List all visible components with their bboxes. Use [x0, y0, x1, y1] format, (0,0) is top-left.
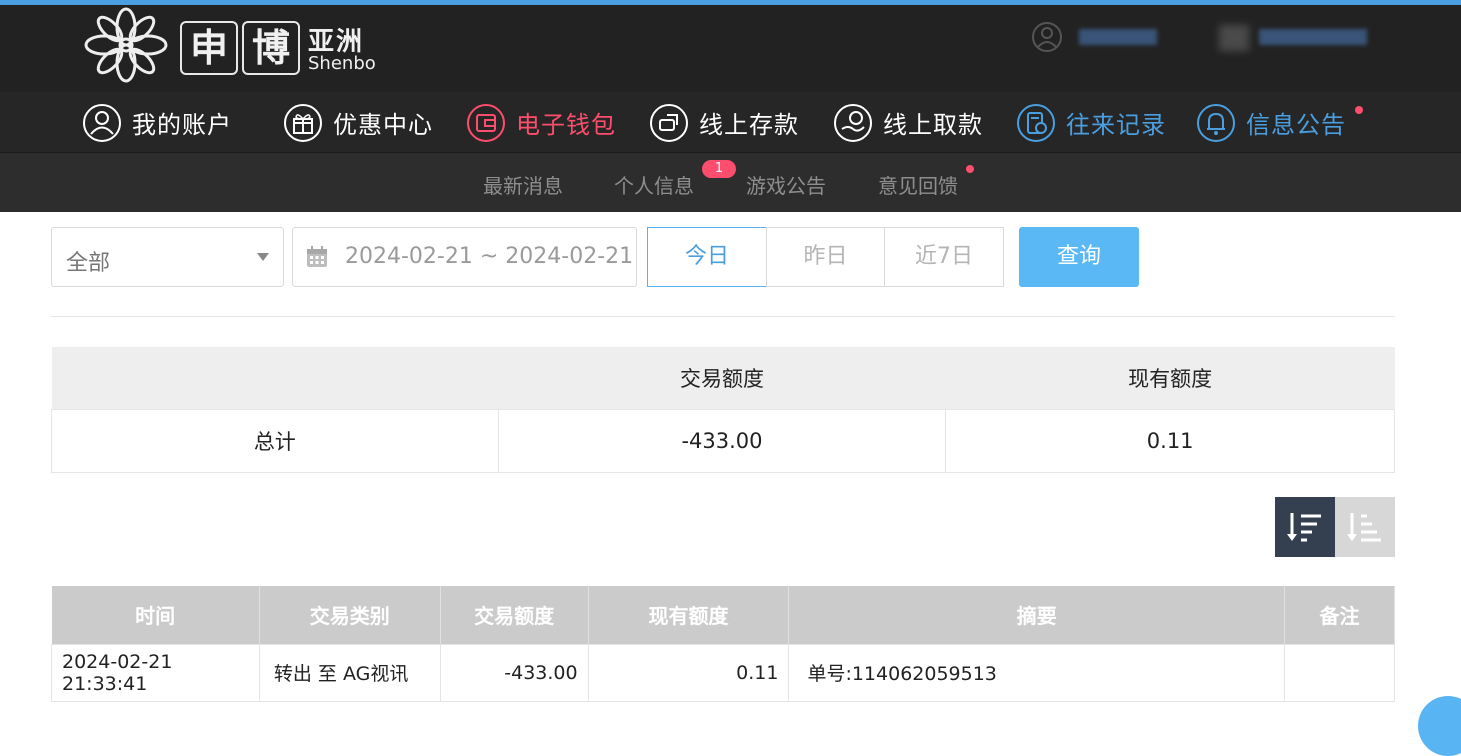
cell-balance: 0.11 — [587, 643, 790, 702]
user-avatar-icon[interactable] — [1031, 21, 1063, 53]
nav-label: 信息公告 — [1246, 111, 1346, 139]
nav-announcements[interactable]: 信息公告 — [1196, 92, 1346, 153]
main-nav: 我的账户 优惠中心 电子钱包 线上存款 线上取款 往来记录 信息公告 — [0, 92, 1461, 153]
col-header-amount[interactable]: 交易额度 — [440, 586, 589, 644]
nav-label: 优惠中心 — [333, 111, 433, 139]
blurred-username — [1079, 29, 1157, 45]
last-7-days-button[interactable]: 近7日 — [884, 227, 1004, 287]
records-table: 时间 交易类别 交易额度 现有额度 摘要 备注 2024-02-21 21:33… — [51, 586, 1395, 702]
logo-text-en: Shenbo — [308, 53, 376, 74]
cell-summary: 单号:114062059513 — [788, 643, 1286, 702]
nav-label: 线上存款 — [699, 111, 799, 139]
nav-label: 线上取款 — [883, 111, 983, 139]
transaction-type-select[interactable]: 全部 — [51, 227, 284, 287]
withdraw-icon — [834, 103, 872, 142]
site-header: 申 博 亚洲 Shenbo — [0, 5, 1461, 92]
blurred-balance — [1259, 29, 1367, 45]
yesterday-button[interactable]: 昨日 — [766, 227, 885, 287]
summary-row: 总计 -433.00 0.11 — [51, 408, 1395, 473]
search-button[interactable]: 查询 — [1019, 227, 1139, 287]
cell-amount: -433.00 — [439, 643, 589, 702]
logo-char-shen: 申 — [180, 21, 238, 75]
col-header-summary[interactable]: 摘要 — [788, 586, 1286, 644]
caret-down-icon — [257, 253, 269, 261]
calendar-icon — [307, 246, 327, 267]
nav-e-wallet[interactable]: 电子钱包 — [466, 92, 616, 153]
subnav-game-announcements[interactable]: 游戏公告 — [746, 170, 826, 199]
sort-ascending-icon — [1347, 513, 1381, 542]
col-header-balance[interactable]: 现有额度 — [588, 586, 790, 644]
feedback-notification-dot — [966, 165, 974, 173]
summary-total-balance: 0.11 — [945, 408, 1395, 473]
summary-header-balance: 现有额度 — [945, 347, 1395, 409]
deposit-icon — [650, 103, 688, 142]
user-info-area — [1001, 5, 1461, 75]
user-icon — [83, 103, 121, 142]
date-range-value: 2024-02-21 ~ 2024-02-21 — [345, 244, 634, 269]
nav-my-account[interactable]: 我的账户 — [82, 92, 232, 153]
subnav-latest-news[interactable]: 最新消息 — [483, 170, 563, 199]
divider — [51, 316, 1395, 317]
sort-descending-button[interactable] — [1275, 497, 1335, 557]
select-value: 全部 — [66, 251, 111, 276]
nav-transaction-records[interactable]: 往来记录 — [1016, 92, 1166, 153]
sort-ascending-button[interactable] — [1335, 497, 1395, 557]
summary-header-amount: 交易额度 — [498, 347, 946, 409]
bell-icon — [1197, 103, 1235, 142]
nav-online-deposit[interactable]: 线上存款 — [649, 92, 799, 153]
cell-time: 2024-02-21 21:33:41 — [51, 643, 260, 702]
summary-header-blank — [51, 347, 499, 409]
summary-total-label: 总计 — [51, 408, 499, 473]
wallet-icon — [467, 103, 505, 142]
col-header-type[interactable]: 交易类别 — [259, 586, 441, 644]
table-row: 2024-02-21 21:33:41 转出 至 AG视讯 -433.00 0.… — [51, 643, 1395, 702]
site-logo[interactable]: 申 博 亚洲 Shenbo — [80, 7, 390, 83]
nav-label: 往来记录 — [1066, 111, 1166, 139]
chat-bubble-button[interactable] — [1418, 696, 1461, 756]
records-icon — [1017, 103, 1055, 142]
logo-char-bo: 博 — [242, 21, 300, 75]
subnav-personal-info[interactable]: 个人信息 — [614, 170, 694, 199]
nav-label: 电子钱包 — [516, 111, 616, 139]
flower-logo-icon — [84, 7, 168, 83]
summary-total-amount: -433.00 — [497, 408, 947, 473]
gift-icon — [284, 103, 322, 142]
blurred-balance-icon — [1219, 25, 1249, 51]
sort-descending-icon — [1287, 513, 1321, 542]
cell-type: 转出 至 AG视讯 — [258, 643, 441, 702]
announcement-notification-dot — [1355, 106, 1363, 114]
nav-online-withdraw[interactable]: 线上取款 — [833, 92, 983, 153]
summary-table: 交易额度 现有额度 总计 -433.00 0.11 — [51, 347, 1395, 473]
nav-promotions[interactable]: 优惠中心 — [283, 92, 433, 153]
subnav-feedback[interactable]: 意见回馈 — [878, 170, 958, 199]
today-button[interactable]: 今日 — [647, 227, 767, 287]
col-header-time[interactable]: 时间 — [51, 586, 260, 644]
nav-label: 我的账户 — [132, 111, 232, 139]
col-header-note[interactable]: 备注 — [1284, 586, 1395, 644]
personal-info-badge: 1 — [702, 160, 736, 178]
cell-note — [1284, 643, 1395, 702]
date-range-picker[interactable]: 2024-02-21 ~ 2024-02-21 — [292, 227, 637, 287]
